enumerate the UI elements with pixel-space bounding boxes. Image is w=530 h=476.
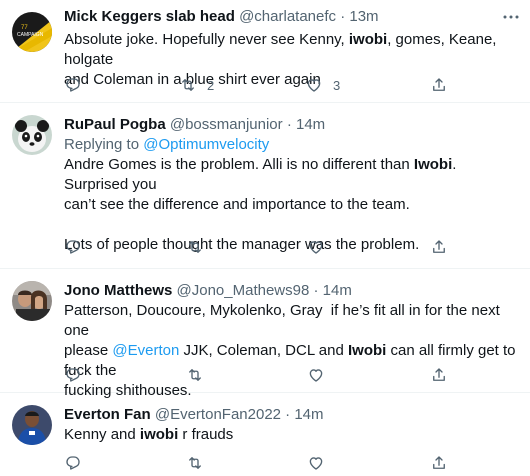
- heart-icon: [309, 369, 323, 382]
- avatar[interactable]: 77 CAMPAIGN: [12, 12, 52, 52]
- reply-icon: [66, 240, 80, 254]
- share-icon: [433, 78, 445, 91]
- retweet-button[interactable]: 2: [179, 75, 214, 95]
- reply-button[interactable]: [64, 365, 82, 385]
- tweet[interactable]: 77 CAMPAIGN Mick Keggers slab head @char…: [0, 0, 530, 103]
- reply-button[interactable]: [64, 453, 82, 473]
- tweet-header: RuPaul Pogba @bossmanjunior · 14m: [64, 115, 520, 135]
- avatar[interactable]: [12, 405, 52, 445]
- like-button[interactable]: [307, 365, 325, 385]
- display-name[interactable]: RuPaul Pogba: [64, 116, 166, 133]
- handle[interactable]: @Jono_Mathews98: [177, 282, 310, 299]
- avatar[interactable]: [12, 115, 52, 155]
- timestamp[interactable]: 13m: [349, 8, 378, 25]
- share-button[interactable]: [430, 75, 448, 95]
- svg-text:77: 77: [21, 25, 28, 31]
- retweet-icon: [189, 241, 201, 253]
- like-button[interactable]: [307, 453, 325, 473]
- replying-to-link[interactable]: @Optimumvelocity: [143, 136, 269, 153]
- reply-icon: [66, 368, 80, 382]
- svg-text:CAMPAIGN: CAMPAIGN: [17, 32, 44, 38]
- reply-button[interactable]: [64, 75, 82, 95]
- handle[interactable]: @charlatanefc: [239, 8, 336, 25]
- tweet-header: Everton Fan @EvertonFan2022 · 14m: [64, 405, 520, 425]
- share-icon: [433, 240, 445, 253]
- share-icon: [433, 456, 445, 469]
- share-button[interactable]: [430, 453, 448, 473]
- separator: ·: [340, 8, 346, 25]
- handle[interactable]: @bossmanjunior: [170, 116, 283, 133]
- like-button[interactable]: [307, 237, 325, 257]
- timestamp[interactable]: 14m: [294, 406, 323, 423]
- more-options-icon[interactable]: [502, 8, 520, 26]
- retweet-icon: [182, 79, 194, 91]
- separator: ·: [286, 116, 292, 133]
- timestamp[interactable]: 14m: [296, 116, 325, 133]
- display-name[interactable]: Jono Matthews: [64, 282, 172, 299]
- tweet-actions: [64, 237, 474, 259]
- separator: ·: [285, 406, 291, 423]
- like-count: 3: [333, 77, 341, 93]
- tweet-header: Jono Matthews @Jono_Mathews98 · 14m: [64, 281, 520, 301]
- replying-to: Replying to @Optimumvelocity: [64, 136, 270, 153]
- tweet-actions: [64, 453, 474, 475]
- like-button[interactable]: 3: [305, 75, 340, 95]
- retweet-count: 2: [207, 77, 215, 93]
- tweet-actions: 2 3: [64, 75, 474, 97]
- tweet-text: Kenny and iwobi r frauds: [64, 426, 234, 443]
- retweet-icon: [189, 369, 201, 381]
- tweet[interactable]: Jono Matthews @Jono_Mathews98 · 14m Patt…: [0, 269, 530, 399]
- share-icon: [433, 368, 445, 381]
- avatar[interactable]: [12, 281, 52, 321]
- reply-icon: [66, 78, 80, 92]
- tweet-header: Mick Keggers slab head @charlatanefc · 1…: [64, 7, 520, 27]
- retweet-button[interactable]: [186, 453, 204, 473]
- mention-link[interactable]: @Everton: [112, 342, 179, 359]
- display-name[interactable]: Everton Fan: [64, 406, 151, 423]
- heart-icon: [309, 457, 323, 470]
- retweet-icon: [189, 457, 201, 469]
- tweet[interactable]: RuPaul Pogba @bossmanjunior · 14m Replyi…: [0, 103, 530, 269]
- retweet-button[interactable]: [186, 365, 204, 385]
- reply-button[interactable]: [64, 237, 82, 257]
- handle[interactable]: @EvertonFan2022: [155, 406, 281, 423]
- heart-icon: [307, 79, 321, 92]
- share-button[interactable]: [430, 365, 448, 385]
- separator: ·: [313, 282, 319, 299]
- display-name[interactable]: Mick Keggers slab head: [64, 8, 235, 25]
- retweet-button[interactable]: [186, 237, 204, 257]
- timestamp[interactable]: 14m: [323, 282, 352, 299]
- tweet-actions: [64, 365, 474, 387]
- share-button[interactable]: [430, 237, 448, 257]
- heart-icon: [309, 241, 323, 254]
- reply-icon: [66, 456, 80, 470]
- tweet[interactable]: Everton Fan @EvertonFan2022 · 14m Kenny …: [0, 393, 530, 476]
